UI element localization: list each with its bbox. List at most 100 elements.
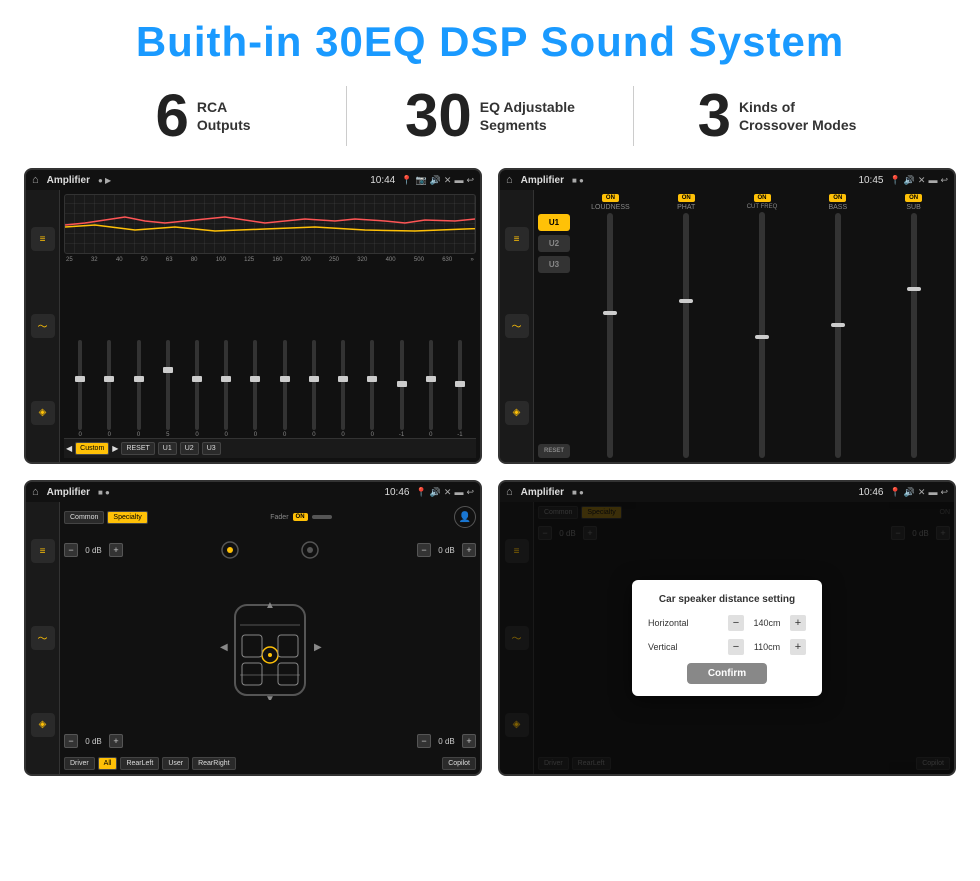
eq-slider-11[interactable]: 0	[358, 340, 386, 438]
on-badge-bass: ON	[829, 194, 846, 202]
tab-common[interactable]: Common	[64, 511, 104, 524]
minus-br[interactable]: −	[417, 734, 431, 748]
sidebar-btn-sf2[interactable]: 〜	[31, 626, 55, 650]
u2-btn-eq[interactable]: U2	[180, 442, 199, 455]
sidebar-btn-cx3[interactable]: ◈	[505, 401, 529, 425]
screen-content-cx: ≡ 〜 ◈ U1 U2 U3 RESET ON LOUDNESS	[500, 190, 954, 462]
copilot-btn[interactable]: Copilot	[442, 757, 476, 770]
svg-text:▶: ▶	[314, 642, 322, 653]
fader-label: Fader	[270, 514, 288, 521]
slider-loudness[interactable]	[607, 213, 613, 458]
svg-text:◀: ◀	[220, 642, 228, 653]
car-top-area	[123, 535, 417, 565]
db-val-br: 0 dB	[434, 737, 459, 746]
eq-main: 25 32 40 50 63 80 100 125 160 200 250 32…	[60, 190, 480, 462]
svg-text:▼: ▼	[265, 694, 275, 700]
eq-slider-7[interactable]: 0	[241, 340, 269, 438]
eq-slider-4[interactable]: 5	[154, 340, 182, 438]
home-icon-cx[interactable]: ⌂	[506, 174, 513, 186]
home-icon[interactable]: ⌂	[32, 174, 39, 186]
dialog-overlay: Car speaker distance setting Horizontal …	[500, 502, 954, 774]
eq-slider-2[interactable]: 0	[95, 340, 123, 438]
rearright-btn[interactable]: RearRight	[192, 757, 236, 770]
db-left-top: − 0 dB +	[64, 543, 123, 557]
slider-bass[interactable]	[835, 213, 841, 458]
reset-btn-eq[interactable]: RESET	[121, 442, 154, 455]
horizontal-minus[interactable]: −	[728, 615, 744, 631]
db-row-top: − 0 dB + −	[64, 531, 476, 569]
dialog-box: Car speaker distance setting Horizontal …	[632, 580, 822, 696]
sidebar-btn-eq3[interactable]: ◈	[31, 401, 55, 425]
fader-slider[interactable]	[312, 515, 332, 519]
vertical-label: Vertical	[648, 642, 678, 652]
prev-btn[interactable]: ◀	[66, 444, 72, 453]
speaker-icon-btn[interactable]: 👤	[454, 506, 476, 528]
sidebar-btn-eq1[interactable]: ≡	[31, 227, 55, 251]
u3-btn[interactable]: U3	[538, 256, 570, 273]
eq-slider-14[interactable]: -1	[446, 340, 474, 438]
u3-btn-eq[interactable]: U3	[202, 442, 221, 455]
eq-slider-10[interactable]: 0	[329, 340, 357, 438]
plus-tr[interactable]: +	[462, 543, 476, 557]
plus-br[interactable]: +	[462, 734, 476, 748]
minus-tl[interactable]: −	[64, 543, 78, 557]
reset-btn-cx[interactable]: RESET	[538, 444, 570, 458]
speaker-diagram-top	[210, 535, 330, 565]
sidebar-btn-cx1[interactable]: ≡	[505, 227, 529, 251]
minus-tr[interactable]: −	[417, 543, 431, 557]
speaker-bottom: Driver All RearLeft User RearRight Copil…	[64, 755, 476, 770]
u1-btn-eq[interactable]: U1	[158, 442, 177, 455]
u1-btn[interactable]: U1	[538, 214, 570, 231]
sidebar-cx: ≡ 〜 ◈	[500, 190, 534, 462]
page-title: Buith-in 30EQ DSP Sound System	[20, 18, 960, 66]
eq-slider-9[interactable]: 0	[300, 340, 328, 438]
slider-cutfreq[interactable]	[759, 212, 765, 458]
plus-bl[interactable]: +	[109, 734, 123, 748]
minus-bl[interactable]: −	[64, 734, 78, 748]
app-name-sd: Amplifier	[521, 487, 564, 498]
ctrl-sub: ON SUB	[877, 194, 950, 458]
dots-cx: ■ ●	[572, 176, 584, 185]
x-icon: ✕	[444, 175, 452, 186]
eq-slider-8[interactable]: 0	[271, 340, 299, 438]
plus-tl[interactable]: +	[109, 543, 123, 557]
confirm-button[interactable]: Confirm	[687, 663, 767, 684]
vertical-plus[interactable]: +	[790, 639, 806, 655]
rearleft-btn[interactable]: RearLeft	[120, 757, 159, 770]
all-btn[interactable]: All	[98, 757, 118, 770]
sidebar-btn-sf3[interactable]: ◈	[31, 713, 55, 737]
dialog-row-vertical: Vertical − 110cm +	[648, 639, 806, 655]
driver-btn[interactable]: Driver	[64, 757, 95, 770]
home-icon-sf[interactable]: ⌂	[32, 486, 39, 498]
sidebar-btn-cx2[interactable]: 〜	[505, 314, 529, 338]
vertical-val: 110cm	[747, 642, 787, 652]
home-icon-sd[interactable]: ⌂	[506, 486, 513, 498]
status-bar-sd: ⌂ Amplifier ■ ● 10:46 📍 🔊 ✕ ▬ ↩	[500, 482, 954, 502]
eq-slider-13[interactable]: 0	[417, 340, 445, 438]
tab-specialty[interactable]: Specialty	[107, 511, 147, 524]
label-cutfreq: CUT FREQ	[747, 204, 778, 210]
eq-slider-3[interactable]: 0	[124, 340, 152, 438]
eq-slider-1[interactable]: 0	[66, 340, 94, 438]
horizontal-plus[interactable]: +	[790, 615, 806, 631]
location-icon: 📍	[401, 175, 412, 186]
custom-btn[interactable]: Custom	[75, 442, 109, 455]
db-val-bl: 0 dB	[81, 737, 106, 746]
db-val-tr: 0 dB	[434, 546, 459, 555]
next-btn[interactable]: ▶	[112, 444, 118, 453]
eq-slider-5[interactable]: 0	[183, 340, 211, 438]
eq-slider-12[interactable]: -1	[387, 340, 415, 438]
slider-sub[interactable]	[911, 213, 917, 458]
eq-slider-6[interactable]: 0	[212, 340, 240, 438]
vertical-minus[interactable]: −	[728, 639, 744, 655]
slider-phat[interactable]	[683, 213, 689, 458]
u2-btn[interactable]: U2	[538, 235, 570, 252]
label-loudness: LOUDNESS	[591, 204, 630, 211]
screen-speaker-distance: ⌂ Amplifier ■ ● 10:46 📍 🔊 ✕ ▬ ↩ ≡ 〜 ◈ Co…	[498, 480, 956, 776]
dots-sf: ■ ●	[98, 488, 110, 497]
db-right-top: − 0 dB +	[417, 543, 476, 557]
sidebar-btn-sf1[interactable]: ≡	[31, 539, 55, 563]
stat-item-rca: 6 RCAOutputs	[60, 86, 346, 146]
user-btn[interactable]: User	[162, 757, 189, 770]
sidebar-btn-eq2[interactable]: 〜	[31, 314, 55, 338]
